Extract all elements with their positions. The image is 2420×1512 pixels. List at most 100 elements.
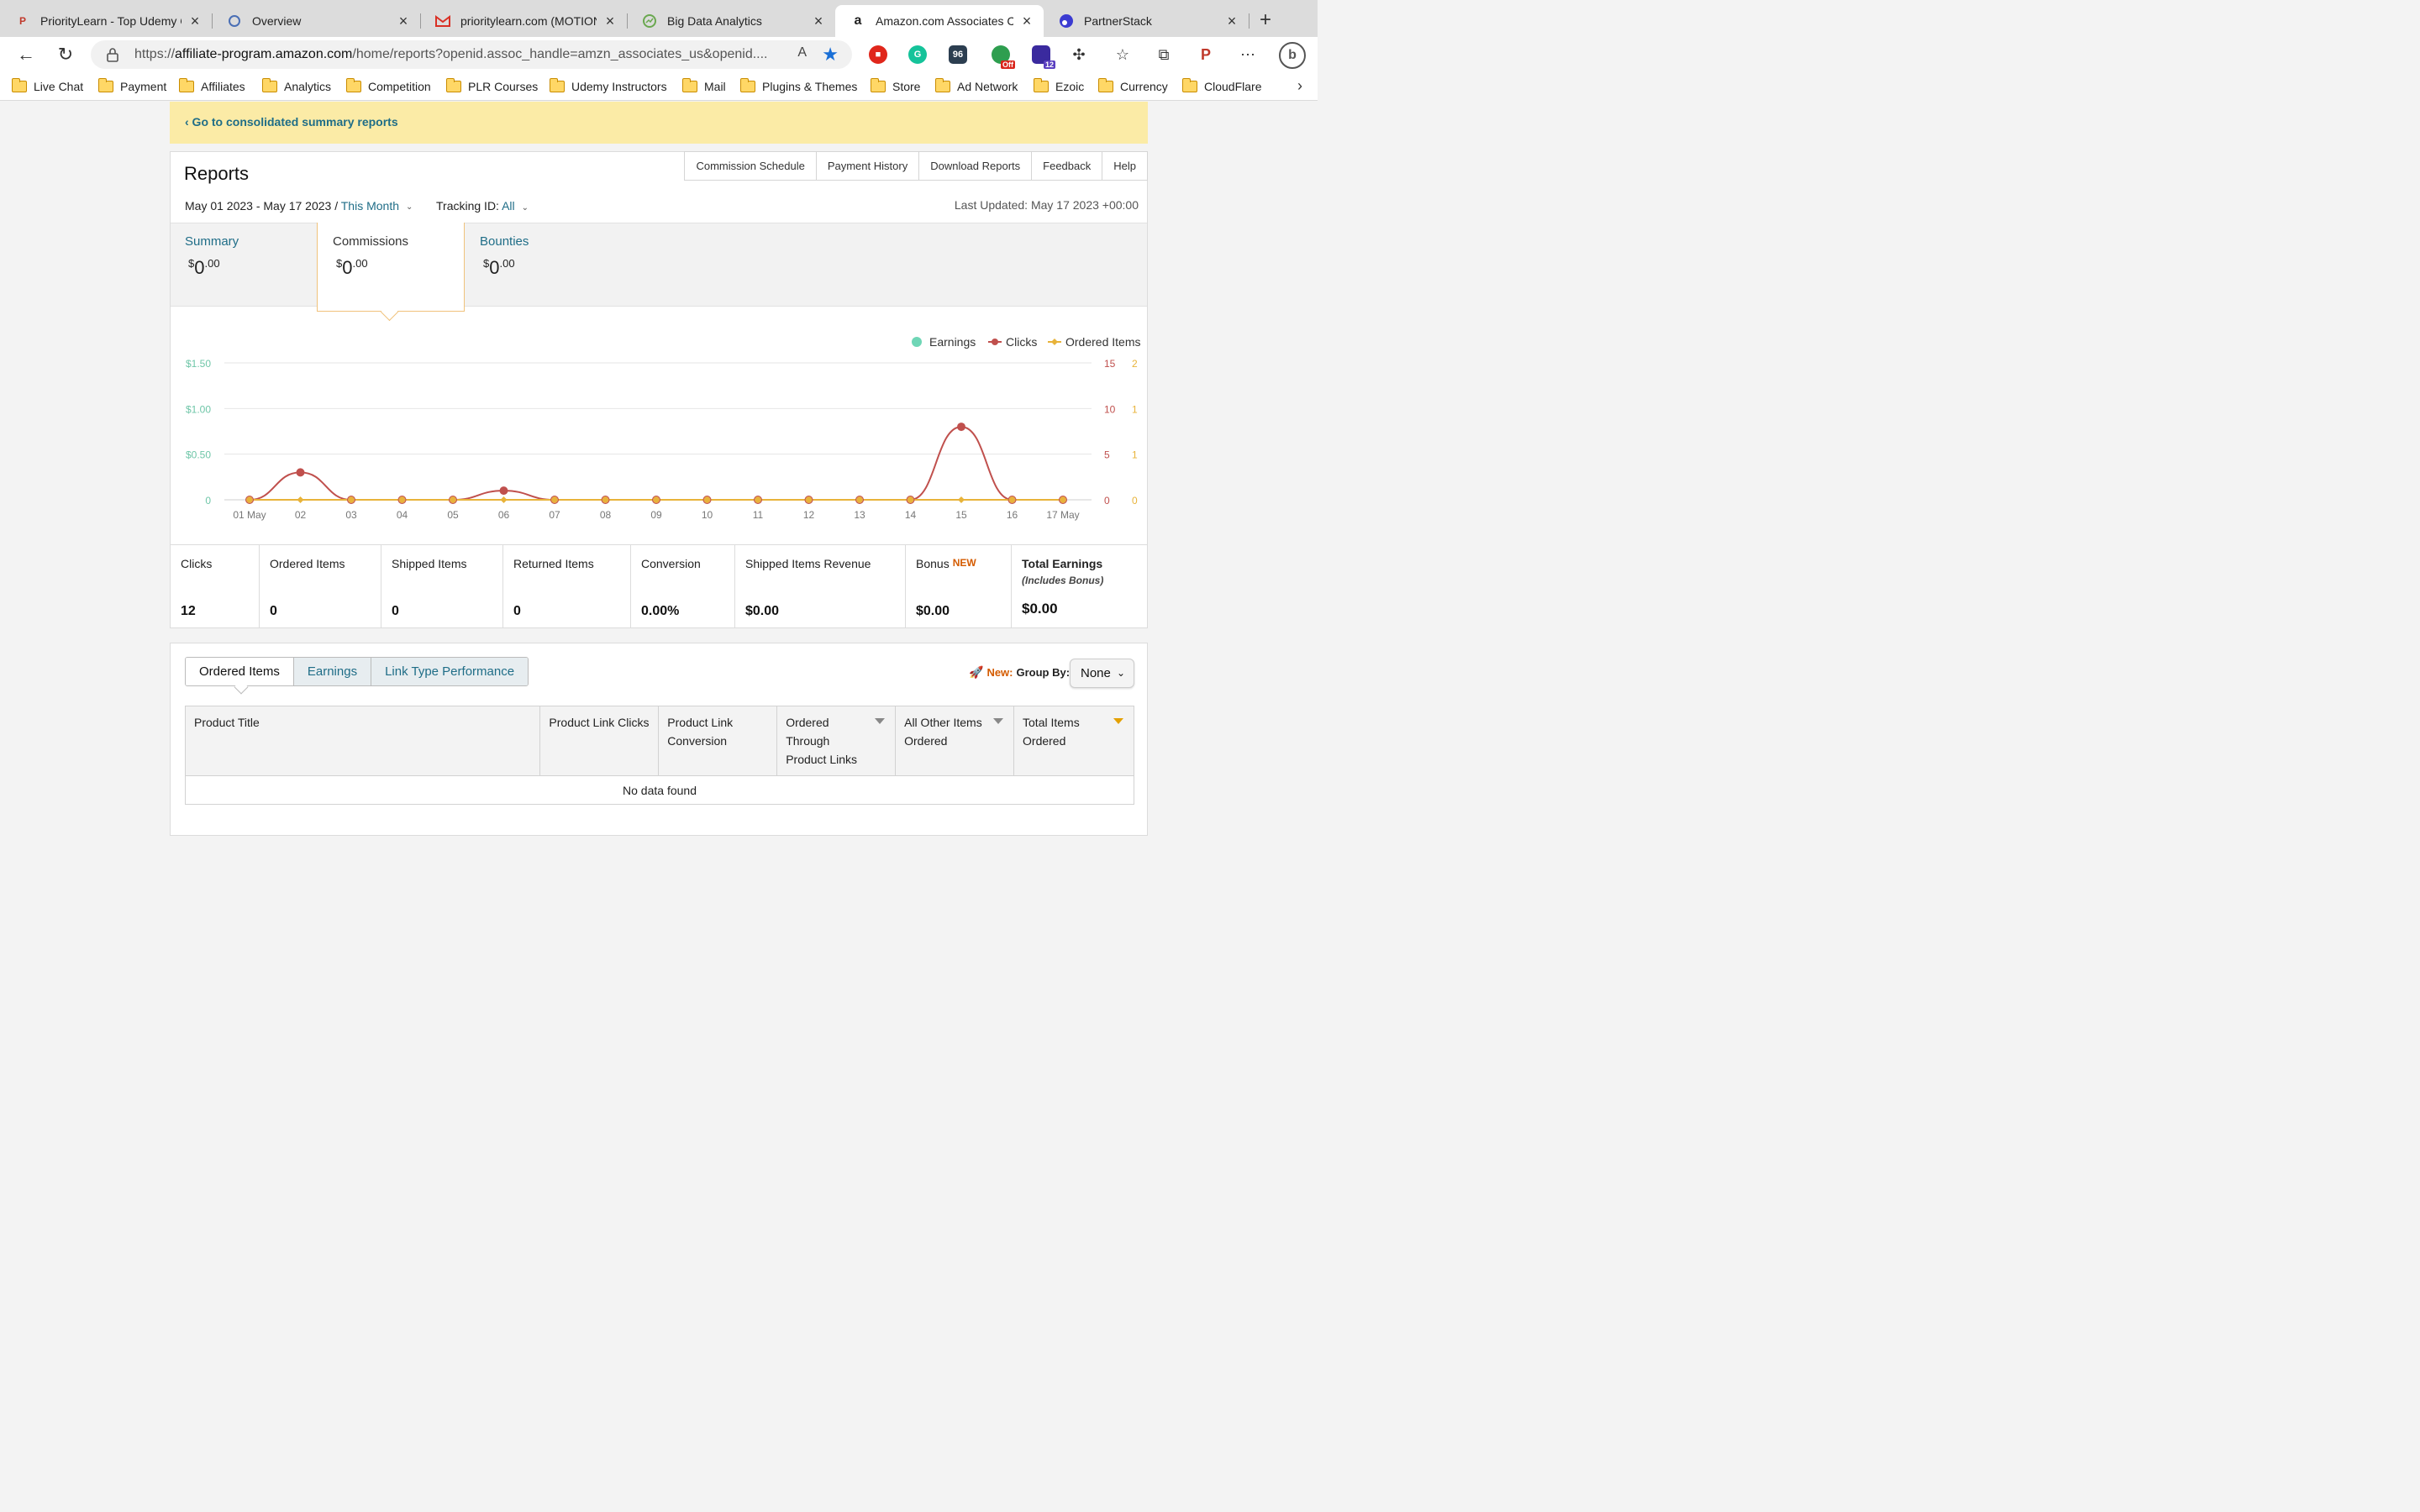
folder-icon xyxy=(549,78,565,92)
extensions-puzzle-icon[interactable]: ✣ xyxy=(1070,45,1088,64)
sort-down-icon[interactable] xyxy=(993,718,1004,724)
tab-bounties[interactable]: Bounties $0.00 xyxy=(480,234,606,279)
close-icon[interactable]: × xyxy=(810,13,827,30)
browser-tab-active[interactable]: a Amazon.com Associates Cen × xyxy=(835,5,1044,37)
favorites-icon[interactable]: ☆ xyxy=(1113,45,1132,64)
lock-icon xyxy=(107,48,118,62)
x-tick-label: 12 xyxy=(803,509,815,521)
url-text[interactable]: https://affiliate-program.amazon.com/hom… xyxy=(134,47,773,62)
legend-ordered-items-label: Ordered Items xyxy=(1065,335,1140,349)
browser-tab[interactable]: Overview × xyxy=(212,5,421,37)
chevron-right-icon[interactable]: › xyxy=(1297,77,1302,95)
browser-tab[interactable]: prioritylearn.com (MOTION IN × xyxy=(420,5,628,37)
bookmark-folder[interactable]: Udemy Instructors xyxy=(549,78,667,95)
browser-tab[interactable]: Big Data Analytics × xyxy=(627,5,835,37)
page-title: Reports xyxy=(184,163,250,184)
tracking-value[interactable]: All xyxy=(502,199,515,213)
bing-icon[interactable]: b xyxy=(1279,42,1306,69)
seo-extension-icon[interactable]: 96 xyxy=(949,45,967,64)
bookmark-folder[interactable]: Ad Network xyxy=(934,78,1018,95)
column-header[interactable]: Total Items Ordered xyxy=(1013,706,1134,776)
more-menu-icon[interactable]: ⋯ xyxy=(1239,45,1257,64)
bookmark-folder[interactable]: Live Chat xyxy=(11,78,83,95)
performance-chart: 0$0.50$1.00$1.50051015011201 May 02 03 04 05… xyxy=(186,335,1141,521)
bookmark-label: CloudFlare xyxy=(1204,80,1262,93)
empty-message: No data found xyxy=(185,775,1134,805)
bookmark-folder[interactable]: Payment xyxy=(97,78,166,95)
priority-learn-ext-icon[interactable]: P xyxy=(1197,45,1215,64)
date-range-selector[interactable]: May 01 2023 - May 17 2023 / This Month ⌄ xyxy=(185,199,413,213)
bookmark-folder[interactable]: CloudFlare xyxy=(1181,78,1262,95)
tab-summary[interactable]: Summary $0.00 xyxy=(185,234,311,279)
browser-tab[interactable]: P PriorityLearn - Top Udemy Co × xyxy=(0,5,213,37)
payment-history-link[interactable]: Payment History xyxy=(815,152,918,180)
tab-commissions[interactable]: Commissions $0.00 xyxy=(333,234,459,279)
group-by-select[interactable]: None ⌄ xyxy=(1070,659,1134,688)
sort-down-icon[interactable] xyxy=(875,718,886,724)
report-type-tabs: Ordered Items Earnings Link Type Perform… xyxy=(185,657,529,686)
chevron-down-icon[interactable]: ⌄ xyxy=(522,203,529,213)
column-header[interactable]: Ordered Through Product Links xyxy=(776,706,897,776)
close-icon[interactable]: × xyxy=(1018,13,1035,30)
stat-label: Total Earnings xyxy=(1022,557,1103,570)
stat-ordered-items: Ordered Items 0 xyxy=(259,545,381,628)
date-range: May 01 2023 - May 17 2023 / xyxy=(185,199,341,213)
legend-clicks-marker xyxy=(992,339,998,345)
column-label: Product Title xyxy=(194,716,260,729)
commission-schedule-link[interactable]: Commission Schedule xyxy=(685,152,815,180)
bookmark-folder[interactable]: Store xyxy=(870,78,920,95)
favorite-star-icon[interactable]: ★ xyxy=(822,44,839,66)
column-header[interactable]: All Other Items Ordered xyxy=(895,706,1015,776)
bookmark-folder[interactable]: Plugins & Themes xyxy=(739,78,857,95)
folder-icon xyxy=(445,78,461,92)
chevron-down-icon[interactable]: ⌄ xyxy=(406,202,413,212)
help-link[interactable]: Help xyxy=(1102,152,1147,180)
folder-icon xyxy=(1181,78,1197,92)
bookmark-folder[interactable]: Ezoic xyxy=(1033,78,1084,95)
bookmark-folder[interactable]: PLR Courses xyxy=(445,78,538,95)
bookmark-label: Currency xyxy=(1120,80,1168,93)
close-icon[interactable]: × xyxy=(1223,13,1240,30)
new-tab-icon[interactable]: + xyxy=(1254,8,1277,32)
folder-icon xyxy=(97,78,113,92)
stats-row: Clicks 12 Ordered Items 0 Shipped Items 0 R… xyxy=(171,544,1147,628)
seo-toggle-icon[interactable]: Off xyxy=(992,45,1015,69)
ordered-items-point xyxy=(500,496,508,503)
bookmark-folder[interactable]: Currency xyxy=(1097,78,1168,95)
bookmark-folder[interactable]: Affiliates xyxy=(178,78,245,95)
grammarly-icon[interactable]: G xyxy=(908,45,927,64)
graduation-cap-icon[interactable]: 12 xyxy=(1032,45,1055,69)
feedback-link[interactable]: Feedback xyxy=(1031,152,1102,180)
stat-value: 12 xyxy=(181,604,196,618)
folder-icon xyxy=(870,78,886,92)
download-reports-link[interactable]: Download Reports xyxy=(918,152,1031,180)
period-link[interactable]: This Month xyxy=(341,199,399,213)
stat-label: Shipped Items Revenue xyxy=(745,557,871,570)
sort-active-icon[interactable] xyxy=(1113,718,1123,724)
tracking-label: Tracking ID: xyxy=(436,199,502,213)
amount-cents: .00 xyxy=(204,257,220,270)
close-icon[interactable]: × xyxy=(395,13,412,30)
bookmark-folder[interactable]: Competition xyxy=(345,78,431,95)
consolidated-summary-link[interactable]: ‹ Go to consolidated summary reports xyxy=(185,115,398,129)
browser-tab-strip: P PriorityLearn - Top Udemy Co × Overvie… xyxy=(0,0,1318,37)
column-header[interactable]: Product Title xyxy=(184,706,541,776)
close-icon[interactable]: × xyxy=(187,13,203,30)
bookmark-folder[interactable]: Mail xyxy=(681,78,726,95)
tab-link-type-performance[interactable]: Link Type Performance xyxy=(371,658,529,685)
collections-icon[interactable]: ⧉ xyxy=(1155,45,1173,64)
bookmark-folder[interactable]: Analytics xyxy=(261,78,331,95)
column-header[interactable]: Product Link Conversion xyxy=(658,706,778,776)
address-bar[interactable]: https://affiliate-program.amazon.com/hom… xyxy=(91,40,852,69)
group-by-value: None xyxy=(1081,666,1111,680)
reload-icon[interactable]: ↻ xyxy=(53,42,78,67)
stat-value: 0 xyxy=(513,604,521,618)
back-icon[interactable]: ← xyxy=(13,42,39,67)
read-aloud-icon[interactable]: A xyxy=(797,45,807,60)
tab-earnings[interactable]: Earnings xyxy=(292,658,371,685)
column-header[interactable]: Product Link Clicks xyxy=(539,706,660,776)
tracking-id-selector[interactable]: Tracking ID: All ⌄ xyxy=(436,199,529,213)
browser-tab[interactable]: PartnerStack × xyxy=(1044,5,1249,37)
close-icon[interactable]: × xyxy=(602,13,618,30)
adblock-icon[interactable]: ■ xyxy=(869,45,887,64)
